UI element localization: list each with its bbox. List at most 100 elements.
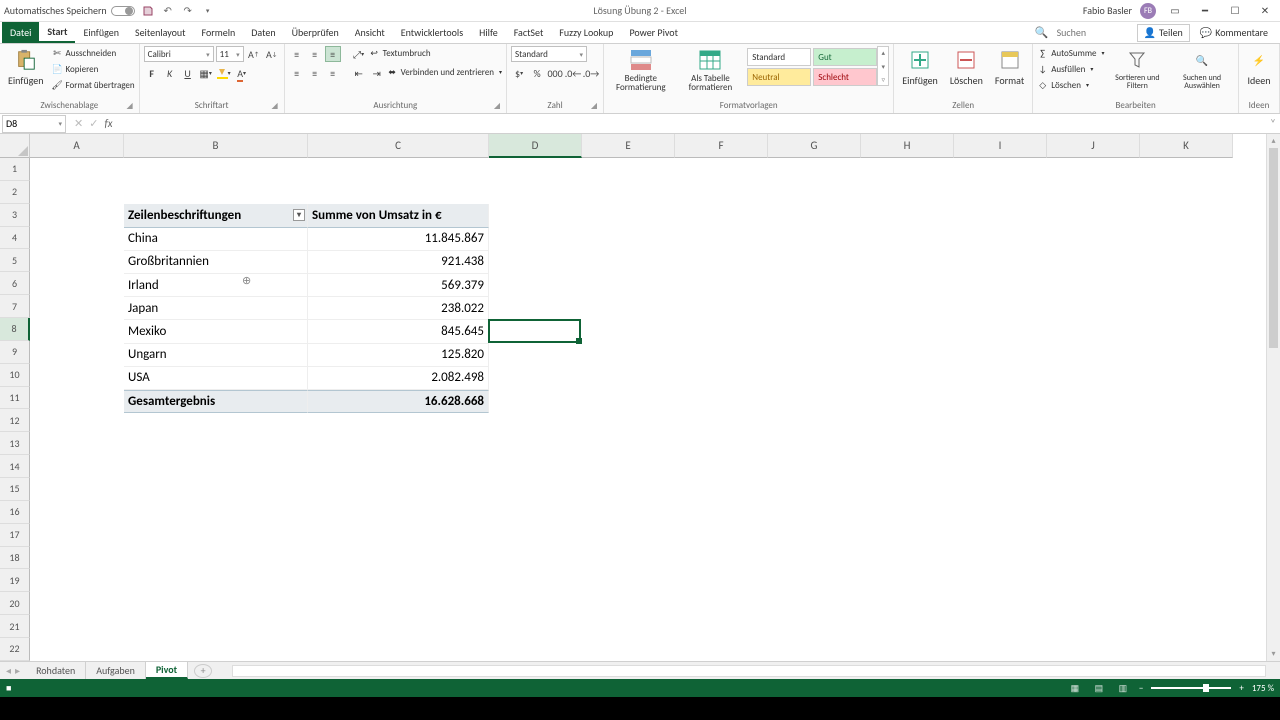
column-header[interactable]: D	[489, 134, 582, 158]
align-middle-icon[interactable]: ≡	[307, 46, 323, 62]
cell[interactable]: Gesamtergebnis	[124, 390, 308, 413]
ideas-button[interactable]: ⚡Ideen	[1243, 46, 1275, 89]
zoom-out-icon[interactable]: −	[1139, 683, 1143, 694]
maximize-icon[interactable]: ☐	[1224, 3, 1246, 19]
style-bad[interactable]: Schlecht	[813, 68, 877, 86]
zoom-level[interactable]: 175 %	[1252, 683, 1274, 694]
cell[interactable]: China	[124, 228, 308, 251]
tab-formeln[interactable]: Formeln	[194, 22, 244, 43]
style-standard[interactable]: Standard	[747, 48, 811, 66]
percent-format-icon[interactable]: %	[529, 65, 545, 81]
accounting-format-icon[interactable]: $▾	[511, 65, 527, 81]
font-size-dropdown[interactable]: 11▾	[216, 46, 244, 62]
save-icon[interactable]	[141, 4, 155, 18]
border-button[interactable]: ▦▾	[198, 65, 214, 81]
style-neutral[interactable]: Neutral	[747, 68, 811, 86]
cell[interactable]: Japan	[124, 297, 308, 320]
dialog-launcher-icon[interactable]: ◢	[126, 101, 132, 111]
cell[interactable]: 569.379	[308, 274, 489, 297]
confirm-edit-icon[interactable]: ✓	[89, 117, 98, 130]
column-header[interactable]: J	[1047, 134, 1140, 158]
copy-button[interactable]: 📄Kopieren	[52, 62, 135, 76]
align-left-icon[interactable]: ≡	[289, 65, 305, 81]
row-header[interactable]: 15	[0, 478, 30, 501]
column-header[interactable]: F	[675, 134, 768, 158]
page-layout-view-icon[interactable]: ▤	[1091, 682, 1107, 694]
name-box[interactable]: D8▾	[2, 115, 66, 133]
tab-einfügen[interactable]: Einfügen	[75, 22, 127, 43]
paste-button[interactable]: Einfügen	[4, 46, 48, 89]
decrease-indent-icon[interactable]: ⇤	[351, 65, 367, 81]
row-header[interactable]: 2	[0, 181, 30, 204]
fill-color-button[interactable]: ▾	[216, 65, 232, 81]
dialog-launcher-icon[interactable]: ◢	[271, 101, 277, 111]
close-icon[interactable]: ✕	[1254, 3, 1276, 19]
column-header[interactable]: I	[954, 134, 1047, 158]
row-header[interactable]: 21	[0, 615, 30, 638]
cell[interactable]: 2.082.498	[308, 367, 489, 390]
merge-center-button[interactable]: ⬌Verbinden und zentrieren▾	[387, 65, 502, 79]
cell[interactable]: 845.645	[308, 320, 489, 343]
row-header[interactable]: 13	[0, 432, 30, 455]
sort-filter-button[interactable]: Sortieren und Filtern	[1109, 46, 1167, 92]
cell[interactable]: 125.820	[308, 344, 489, 367]
row-header[interactable]: 10	[0, 364, 30, 387]
tab-daten[interactable]: Daten	[243, 22, 283, 43]
insert-function-icon[interactable]: fx	[104, 117, 112, 130]
decrease-decimal-icon[interactable]: .0→	[583, 65, 599, 81]
increase-decimal-icon[interactable]: .0←	[565, 65, 581, 81]
font-name-dropdown[interactable]: Calibri▾	[144, 46, 214, 62]
tab-file[interactable]: Datei	[2, 22, 39, 43]
expand-formula-bar-icon[interactable]: ˅	[1266, 117, 1280, 130]
row-header[interactable]: 12	[0, 409, 30, 432]
tab-start[interactable]: Start	[39, 22, 75, 43]
minimize-icon[interactable]: ━	[1194, 3, 1216, 19]
format-as-table-button[interactable]: Als Tabelle formatieren	[678, 46, 744, 94]
normal-view-icon[interactable]: ▦	[1067, 682, 1083, 694]
column-header[interactable]: B	[124, 134, 308, 158]
search-icon[interactable]: 🔍	[1035, 26, 1049, 39]
row-header[interactable]: 14	[0, 455, 30, 478]
row-header[interactable]: 16	[0, 501, 30, 524]
cell[interactable]: Großbritannien	[124, 251, 308, 274]
tab-hilfe[interactable]: Hilfe	[471, 22, 506, 43]
macro-record-icon[interactable]: ■	[6, 683, 11, 694]
scroll-up-icon[interactable]: ▴	[1267, 134, 1280, 148]
qat-customize-icon[interactable]: ▾	[201, 4, 215, 18]
underline-button[interactable]: U	[180, 65, 196, 81]
cell[interactable]: USA	[124, 367, 308, 390]
row-header[interactable]: 22	[0, 638, 30, 661]
dialog-launcher-icon[interactable]: ◢	[591, 101, 597, 111]
row-header[interactable]: 11	[0, 387, 30, 410]
cancel-edit-icon[interactable]: ✕	[74, 117, 83, 130]
align-bottom-icon[interactable]: ≡	[325, 46, 341, 62]
scroll-down-icon[interactable]: ▾	[1267, 647, 1280, 661]
cell[interactable]: 921.438	[308, 251, 489, 274]
column-header[interactable]: G	[768, 134, 861, 158]
spreadsheet-grid[interactable]: ABCDEFGHIJK 1234567891011121314151617181…	[0, 134, 1280, 661]
ribbon-display-icon[interactable]: ▭	[1164, 3, 1186, 19]
tab-ansicht[interactable]: Ansicht	[347, 22, 393, 43]
pivot-filter-dropdown-icon[interactable]: ▾	[293, 209, 305, 221]
zoom-in-icon[interactable]: +	[1239, 683, 1243, 694]
style-gallery-more[interactable]: ▴▾▿	[877, 46, 889, 86]
cell[interactable]: Summe von Umsatz in €	[308, 204, 489, 227]
tab-factset[interactable]: FactSet	[506, 22, 552, 43]
number-format-dropdown[interactable]: Standard▾	[511, 46, 587, 62]
toggle-switch-icon[interactable]	[111, 6, 135, 16]
row-header[interactable]: 17	[0, 524, 30, 547]
row-header[interactable]: 3	[0, 204, 30, 227]
align-center-icon[interactable]: ≡	[307, 65, 323, 81]
conditional-format-button[interactable]: Bedingte Formatierung	[608, 46, 674, 94]
formula-input[interactable]	[119, 115, 1266, 133]
tab-seitenlayout[interactable]: Seitenlayout	[127, 22, 194, 43]
cell[interactable]: 238.022	[308, 297, 489, 320]
horizontal-scrollbar[interactable]	[232, 665, 1266, 677]
cell[interactable]: 11.845.867	[308, 228, 489, 251]
redo-icon[interactable]: ↷	[181, 4, 195, 18]
undo-icon[interactable]: ↶	[161, 4, 175, 18]
increase-indent-icon[interactable]: ⇥	[369, 65, 385, 81]
dialog-launcher-icon[interactable]: ◢	[494, 101, 500, 111]
row-header[interactable]: 4	[0, 227, 30, 250]
tab-überprüfen[interactable]: Überprüfen	[284, 22, 347, 43]
